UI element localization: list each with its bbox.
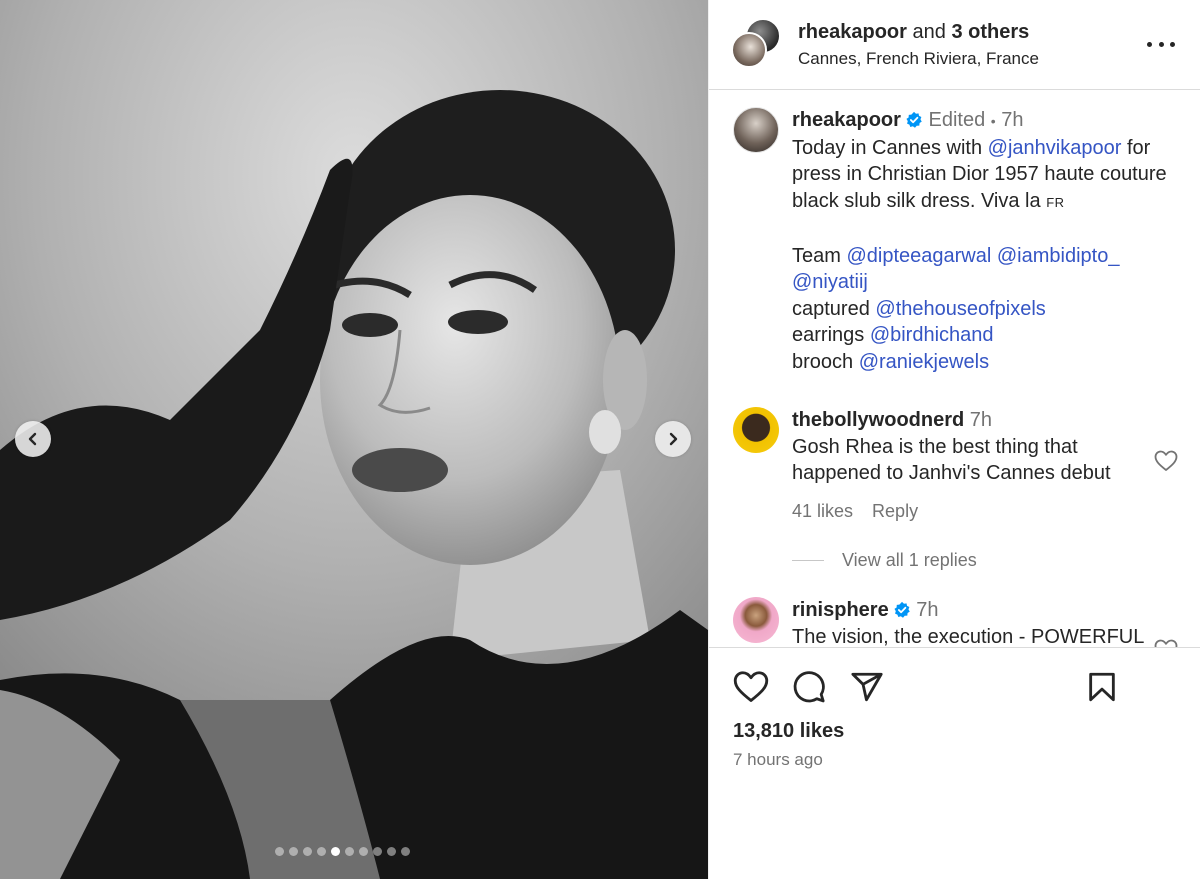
like-comment-button[interactable] xyxy=(1154,450,1178,477)
carousel-dot xyxy=(303,847,312,856)
and-text: and xyxy=(912,21,946,43)
view-replies-label: View all 1 replies xyxy=(842,550,977,570)
post-timestamp[interactable]: 7 hours ago xyxy=(733,750,823,770)
comment-meta: 41 likes Reply xyxy=(792,501,932,522)
verified-icon xyxy=(894,601,910,618)
carousel-dot xyxy=(289,847,298,856)
carousel-dot xyxy=(317,847,326,856)
avatar xyxy=(731,32,767,68)
caption-text: Team xyxy=(792,244,847,267)
caption-username[interactable]: rheakapoor xyxy=(792,109,901,131)
more-icon xyxy=(1147,41,1152,47)
caption-text: FR xyxy=(1046,194,1065,210)
heart-icon xyxy=(1154,450,1178,471)
avatar[interactable] xyxy=(733,407,779,453)
collab-avatars[interactable] xyxy=(731,18,781,70)
mention-link[interactable]: @janhvikapoor xyxy=(988,137,1122,159)
post-side-panel: rheakapoor and 3 others Cannes, French R… xyxy=(708,0,1200,879)
mention-link[interactable]: @iambidipto_ xyxy=(997,245,1120,267)
likes-count[interactable]: 13,810 likes xyxy=(733,720,844,743)
heart-icon xyxy=(733,671,769,702)
comment-age[interactable]: 7h xyxy=(970,409,992,431)
comment-icon xyxy=(793,671,825,703)
bookmark-icon xyxy=(1089,672,1115,702)
author-username[interactable]: rheakapoor xyxy=(798,21,907,43)
others-link[interactable]: 3 others xyxy=(951,21,1029,43)
like-button[interactable] xyxy=(733,670,769,709)
comment: rinisphere 7h The vision, the execution … xyxy=(792,597,1172,647)
post-header: rheakapoor and 3 others Cannes, French R… xyxy=(709,0,1200,90)
carousel-dot xyxy=(345,847,354,856)
post-actions: 13,810 likes 7 hours ago xyxy=(709,647,1200,879)
mention-link[interactable]: @niyatiij xyxy=(792,271,868,293)
comment-age[interactable]: 7h xyxy=(916,599,938,621)
carousel-dot xyxy=(359,847,368,856)
like-comment-button[interactable] xyxy=(1154,639,1178,647)
more-options-button[interactable] xyxy=(1147,34,1175,54)
avatar[interactable] xyxy=(733,107,779,153)
mention-link[interactable]: @dipteeagarwal xyxy=(846,245,991,267)
post-media[interactable] xyxy=(0,0,708,879)
comment-username[interactable]: rinisphere xyxy=(792,599,889,621)
chevron-right-icon xyxy=(669,432,678,446)
share-icon xyxy=(851,672,883,702)
share-button[interactable] xyxy=(849,670,885,709)
comment-likes[interactable]: 41 likes xyxy=(792,501,853,521)
post-photo xyxy=(0,0,708,879)
avatar[interactable] xyxy=(733,597,779,643)
separator: • xyxy=(990,113,996,129)
comment-text: happened to Janhvi's Cannes debut xyxy=(792,462,1111,484)
caption-age[interactable]: 7h xyxy=(1001,109,1023,131)
carousel-dot xyxy=(387,847,396,856)
comment: thebollywoodnerd 7h Gosh Rhea is the bes… xyxy=(792,407,1132,487)
caption-text: for xyxy=(1121,136,1151,159)
save-button[interactable] xyxy=(1084,670,1120,709)
location-link[interactable]: Cannes, French Riviera, France xyxy=(798,49,1039,69)
caption-text: black slub silk dress. Viva la xyxy=(792,189,1047,212)
caption-text: press in Christian Dior 1957 haute coutu… xyxy=(792,163,1167,185)
mention-link[interactable]: @thehouseofpixels xyxy=(875,298,1045,320)
mention-link[interactable]: @raniekjewels xyxy=(859,351,989,373)
chevron-left-icon xyxy=(28,432,37,446)
post-caption: rheakapoor Edited • 7h Today in Cannes w… xyxy=(792,107,1184,375)
caption-text: brooch xyxy=(792,350,859,373)
comment-text: The vision, the execution - POWERFUL xyxy=(792,625,1145,648)
carousel-dot xyxy=(331,847,340,856)
mention-link[interactable]: @birdhichand xyxy=(870,324,994,346)
previous-slide-button[interactable] xyxy=(15,421,51,457)
verified-icon xyxy=(906,111,922,128)
comment-text: Gosh Rhea is the best thing that xyxy=(792,435,1078,458)
reply-button[interactable]: Reply xyxy=(872,501,918,521)
comment-button[interactable] xyxy=(791,670,827,709)
heart-icon xyxy=(1154,639,1178,647)
caption-text: Today in Cannes with xyxy=(792,136,988,159)
carousel-indicator xyxy=(275,847,410,856)
view-replies-button[interactable]: View all 1 replies xyxy=(792,550,977,571)
next-slide-button[interactable] xyxy=(655,421,691,457)
divider xyxy=(792,560,824,561)
caption-text: captured xyxy=(792,297,876,320)
comment-username[interactable]: thebollywoodnerd xyxy=(792,409,964,431)
edited-label: Edited xyxy=(928,109,986,131)
post-authors[interactable]: rheakapoor and 3 others xyxy=(798,21,1029,44)
carousel-dot xyxy=(275,847,284,856)
carousel-dot xyxy=(373,847,382,856)
carousel-dot xyxy=(401,847,410,856)
comments-section[interactable]: rheakapoor Edited • 7h Today in Cannes w… xyxy=(709,91,1200,647)
caption-text: earrings xyxy=(792,324,870,346)
